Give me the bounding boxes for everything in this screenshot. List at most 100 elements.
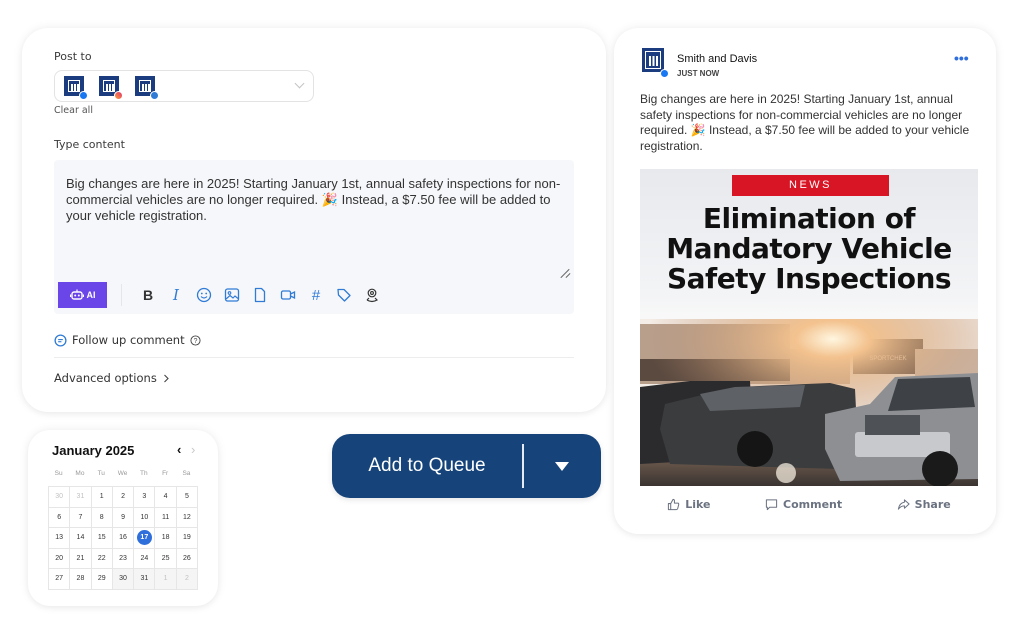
queue-options-dropdown[interactable] xyxy=(524,461,602,471)
calendar-day[interactable]: 22 xyxy=(91,548,113,569)
calendar-day-selected[interactable]: 17 xyxy=(134,528,156,549)
day-number: 6 xyxy=(57,513,62,521)
advanced-options-toggle[interactable]: Advanced options xyxy=(54,371,170,385)
calendar-day[interactable]: 16 xyxy=(112,528,135,549)
calendar-day[interactable]: 7 xyxy=(70,507,92,528)
calendar-day[interactable]: 27 xyxy=(49,569,71,590)
calendar-day[interactable]: 30 xyxy=(49,487,71,508)
video-icon xyxy=(280,290,296,300)
calendar-day[interactable]: 29 xyxy=(91,569,113,590)
content-textarea[interactable]: Big changes are here in 2025! Starting J… xyxy=(66,176,566,224)
location-button[interactable] xyxy=(358,282,386,308)
share-icon xyxy=(897,499,910,510)
account-avatar-instagram[interactable] xyxy=(99,76,123,100)
facebook-post-preview: Smith and Davis JUST NOW ••• Big changes… xyxy=(614,28,996,534)
calendar-day[interactable]: 9 xyxy=(112,507,135,528)
day-number: 24 xyxy=(140,554,149,562)
day-number: 26 xyxy=(183,554,191,562)
next-month-button[interactable]: › xyxy=(191,442,195,457)
resize-handle-icon[interactable] xyxy=(560,268,570,278)
like-button[interactable]: Like xyxy=(667,498,711,511)
instagram-icon xyxy=(114,91,123,100)
calendar-day[interactable]: 19 xyxy=(176,528,199,549)
calendar-day[interactable]: 24 xyxy=(134,548,156,569)
account-select[interactable] xyxy=(54,70,314,102)
editor-toolbar: AI B I # xyxy=(58,280,386,310)
calendar-day[interactable]: 10 xyxy=(134,507,156,528)
calendar-day[interactable]: 2 xyxy=(176,569,199,590)
building-logo-icon xyxy=(103,80,115,92)
page-name: Smith and Davis xyxy=(677,53,758,65)
bold-button[interactable]: B xyxy=(134,282,162,308)
emoji-icon xyxy=(196,287,212,303)
day-number: 5 xyxy=(184,493,189,501)
more-options-icon[interactable]: ••• xyxy=(954,50,969,66)
calendar-day[interactable]: 23 xyxy=(112,548,135,569)
date-picker: January 2025 ‹ › Su Mo Tu We Th Fr Sa 30 31 1 2 3 4… xyxy=(28,430,218,606)
section-divider xyxy=(54,357,574,358)
day-number: 18 xyxy=(161,534,170,542)
share-button[interactable]: Share xyxy=(897,498,951,511)
ai-assist-button[interactable]: AI xyxy=(58,282,107,308)
calendar-day[interactable]: 6 xyxy=(49,507,71,528)
calendar-day[interactable]: 8 xyxy=(91,507,113,528)
calendar-day[interactable]: 28 xyxy=(70,569,92,590)
day-number: 17 xyxy=(136,530,152,546)
video-button[interactable] xyxy=(274,282,302,308)
post-actions: Like Comment Share xyxy=(640,498,978,511)
weekday-label: We xyxy=(117,470,128,477)
calendar-day[interactable]: 31 xyxy=(134,569,156,590)
weekday-label: Mo xyxy=(75,470,85,477)
day-number: 19 xyxy=(183,534,191,542)
like-label: Like xyxy=(685,498,711,511)
content-editor[interactable]: Big changes are here in 2025! Starting J… xyxy=(54,160,574,314)
calendar-day[interactable]: 26 xyxy=(176,548,199,569)
calendar-day[interactable]: 1 xyxy=(91,487,113,508)
calendar-day[interactable]: 25 xyxy=(155,548,177,569)
bold-icon: B xyxy=(142,287,154,303)
file-button[interactable] xyxy=(246,282,274,308)
account-avatar-linkedin[interactable] xyxy=(135,76,159,100)
calendar-day[interactable]: 15 xyxy=(91,528,113,549)
previous-month-button[interactable]: ‹ xyxy=(177,442,181,457)
calendar-day[interactable]: 3 xyxy=(134,487,156,508)
italic-button[interactable]: I xyxy=(162,282,190,308)
follow-up-comment-toggle[interactable]: Follow up comment ? xyxy=(54,333,201,347)
image-button[interactable] xyxy=(218,282,246,308)
day-number: 31 xyxy=(76,493,85,501)
comment-button[interactable]: Comment xyxy=(765,498,842,511)
calendar-day[interactable]: 11 xyxy=(155,507,177,528)
calendar-day[interactable]: 18 xyxy=(155,528,177,549)
calendar-day[interactable]: 2 xyxy=(112,487,135,508)
day-number: 29 xyxy=(97,575,106,583)
calendar-day[interactable]: 1 xyxy=(155,569,177,590)
calendar-day[interactable]: 21 xyxy=(70,548,92,569)
add-to-queue-button[interactable]: Add to Queue xyxy=(332,434,601,498)
calendar-day[interactable]: 14 xyxy=(70,528,92,549)
hashtag-icon: # xyxy=(311,286,321,304)
day-number: 2 xyxy=(121,493,125,501)
day-number: 20 xyxy=(55,554,64,562)
post-text: Big changes are here in 2025! Starting J… xyxy=(640,92,970,153)
calendar-day[interactable]: 31 xyxy=(70,487,92,508)
help-icon[interactable]: ? xyxy=(190,334,201,346)
tag-button[interactable] xyxy=(330,282,358,308)
calendar-day[interactable]: 4 xyxy=(155,487,177,508)
calendar-day[interactable]: 30 xyxy=(112,569,135,590)
account-avatar-facebook[interactable] xyxy=(64,76,88,100)
day-number: 3 xyxy=(142,493,147,501)
hashtag-button[interactable]: # xyxy=(302,282,330,308)
calendar-day[interactable]: 12 xyxy=(176,507,199,528)
chevron-down-icon[interactable] xyxy=(294,78,305,89)
post-to-label: Post to xyxy=(54,50,92,63)
calendar-day[interactable]: 5 xyxy=(176,487,199,508)
clear-all-link[interactable]: Clear all xyxy=(54,105,93,116)
calendar-day[interactable]: 13 xyxy=(49,528,71,549)
calendar-month-title: January 2025 xyxy=(52,443,135,458)
day-number: 30 xyxy=(119,575,127,583)
weekday-label: Fr xyxy=(162,470,169,477)
day-number: 25 xyxy=(161,554,170,562)
calendar-day[interactable]: 20 xyxy=(49,548,71,569)
emoji-button[interactable] xyxy=(190,282,218,308)
ai-label: AI xyxy=(86,290,96,300)
